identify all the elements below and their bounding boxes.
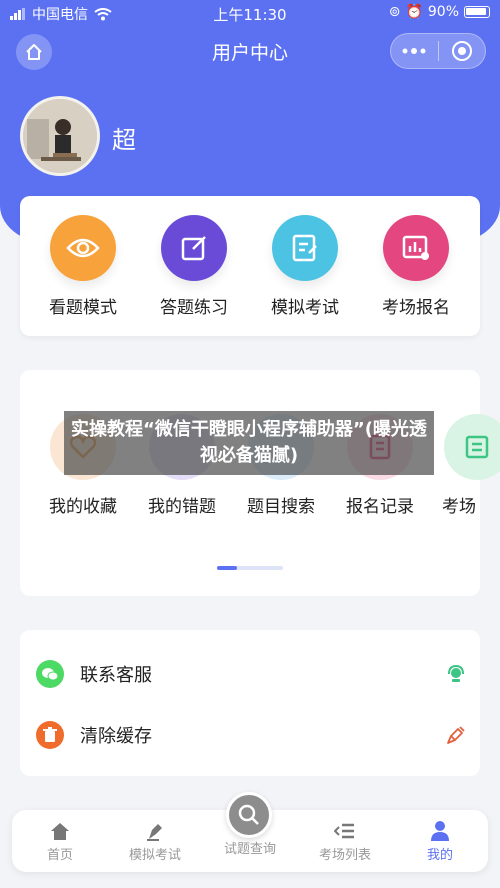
tab-question-search[interactable]: 试题查询 <box>205 838 295 857</box>
tab-label: 首页 <box>46 848 73 863</box>
tools-scroll-indicator <box>217 566 283 570</box>
chart-icon <box>383 215 449 281</box>
broom-icon <box>447 726 465 744</box>
clear-cache-row[interactable]: 清除缓存 <box>36 715 466 755</box>
list-icon <box>334 823 354 839</box>
more-button[interactable] <box>391 34 438 68</box>
tool-label: 我的错题 <box>148 497 216 517</box>
list-icon <box>444 414 500 480</box>
battery-icon <box>464 6 490 18</box>
tool-label: 我的收藏 <box>49 497 117 517</box>
status-bar: 中国电信 上午11:30 ⊚ ⏰ 90% <box>0 0 500 26</box>
tab-exam-venues[interactable]: 考场列表 <box>300 818 390 863</box>
tab-label: 我的 <box>426 848 453 863</box>
tool-label: 题目搜索 <box>247 497 315 517</box>
user-icon <box>431 821 449 841</box>
document-edit-icon <box>272 215 338 281</box>
trash-icon <box>36 721 64 749</box>
tab-home[interactable]: 首页 <box>15 818 105 863</box>
tool-label: 考场 <box>442 497 476 517</box>
pen-icon <box>147 824 162 841</box>
tab-mock-exam[interactable]: 模拟考试 <box>110 818 200 863</box>
edit-icon <box>161 215 227 281</box>
lock-rotation-icon: ⊚ <box>388 4 401 20</box>
search-icon <box>238 804 259 825</box>
close-miniprogram-button[interactable] <box>439 34 486 68</box>
action-exam-registration[interactable]: 考场报名 <box>361 215 471 318</box>
wechat-icon <box>36 660 64 688</box>
action-label: 答题练习 <box>160 298 228 318</box>
avatar-photo <box>23 99 97 173</box>
alarm-icon: ⏰ <box>405 4 423 20</box>
tab-label: 考场列表 <box>318 848 371 863</box>
action-view-mode[interactable]: 看题模式 <box>28 215 138 318</box>
home-icon <box>51 823 69 840</box>
contact-service-row[interactable]: 联系客服 <box>36 654 466 694</box>
action-label: 模拟考试 <box>271 298 339 318</box>
action-practice[interactable]: 答题练习 <box>139 215 249 318</box>
battery-percent: 90% <box>427 4 459 20</box>
clear-cache-label: 清除缓存 <box>80 726 152 747</box>
contact-service-label: 联系客服 <box>80 665 152 686</box>
action-mock-exam[interactable]: 模拟考试 <box>250 215 360 318</box>
action-label: 看题模式 <box>49 298 117 318</box>
avatar[interactable] <box>20 96 100 176</box>
user-name: 超 <box>112 126 136 154</box>
search-tab-button[interactable] <box>226 792 272 838</box>
tool-label: 报名记录 <box>346 497 414 517</box>
eye-icon <box>50 215 116 281</box>
mini-program-capsule <box>390 33 486 69</box>
tools-scroll-thumb <box>217 566 237 570</box>
more-dots-icon <box>402 48 426 54</box>
customer-service-icon <box>448 664 464 682</box>
tab-label: 试题查询 <box>223 842 276 857</box>
action-label: 考场报名 <box>382 298 450 318</box>
overlay-banner: 实操教程“微信干瞪眼小程序辅助器”(曝光透视必备猫腻) <box>64 411 434 475</box>
tab-label: 模拟考试 <box>128 848 181 863</box>
tool-exam-venue[interactable]: 考场 <box>424 414 500 517</box>
tab-mine[interactable]: 我的 <box>395 818 485 863</box>
target-icon <box>451 41 472 61</box>
